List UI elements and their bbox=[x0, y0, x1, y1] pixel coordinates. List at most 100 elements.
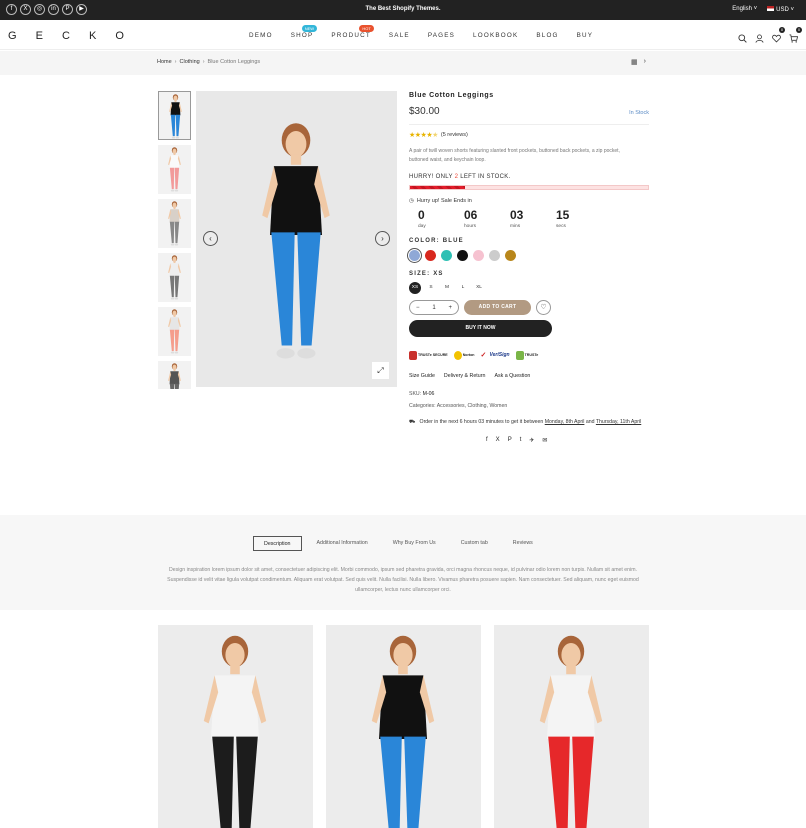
thumbnail[interactable] bbox=[158, 361, 191, 389]
countdown-secs: 15 secs bbox=[556, 208, 570, 229]
size-option-l[interactable]: L bbox=[457, 282, 469, 294]
truck-icon: ⛟ bbox=[409, 419, 416, 425]
plus-icon[interactable]: + bbox=[448, 305, 452, 311]
minus-icon[interactable]: − bbox=[416, 305, 420, 311]
product-photo bbox=[343, 625, 463, 828]
product-title: Blue Cotton Leggings bbox=[409, 92, 494, 99]
color-swatch[interactable] bbox=[505, 250, 516, 261]
color-swatch[interactable] bbox=[457, 250, 468, 261]
divider bbox=[409, 124, 649, 125]
breadcrumb-category[interactable]: Clothing bbox=[180, 59, 200, 65]
nav-blog[interactable]: BLOG bbox=[536, 32, 558, 39]
next-arrow-icon[interactable]: › bbox=[375, 231, 390, 246]
product-price: $30.00 bbox=[409, 106, 440, 117]
categories-links[interactable]: Accessories, Clothing, Women bbox=[437, 403, 508, 409]
thumbnail[interactable] bbox=[158, 199, 191, 248]
thumbnail[interactable] bbox=[158, 253, 191, 302]
tab-content: Design inspiration lorem ipsum dolor sit… bbox=[167, 567, 639, 593]
countdown-days: 0 day bbox=[418, 208, 426, 229]
trust-badges: TRUSTe SECURE Norton ✓ VeriSign TRUSTe bbox=[409, 350, 649, 360]
chevron-down-icon: ˅ bbox=[790, 7, 794, 13]
tab-description[interactable]: Description bbox=[253, 536, 302, 551]
color-swatch[interactable] bbox=[425, 250, 436, 261]
thumbnail[interactable] bbox=[158, 145, 191, 194]
search-icon[interactable] bbox=[738, 30, 747, 43]
nav-pages[interactable]: PAGES bbox=[428, 32, 455, 39]
email-share-icon[interactable]: ✉ bbox=[542, 437, 547, 444]
currency-selector[interactable]: USD ˅ bbox=[767, 6, 794, 13]
prev-arrow-icon[interactable]: ‹ bbox=[203, 231, 218, 246]
color-swatch[interactable] bbox=[489, 250, 500, 261]
tab-custom[interactable]: Custom tab bbox=[451, 536, 498, 551]
color-swatch[interactable] bbox=[473, 250, 484, 261]
buy-now-button[interactable]: BUY IT NOW bbox=[409, 320, 552, 337]
tab-reviews[interactable]: Reviews bbox=[503, 536, 543, 551]
product-links: Size Guide Delivery & Return Ask a Quest… bbox=[409, 373, 649, 379]
tab-why-buy[interactable]: Why Buy From Us bbox=[383, 536, 446, 551]
new-badge: NEW bbox=[301, 25, 318, 32]
cart-icon[interactable]: 0 bbox=[789, 27, 802, 43]
delivery-date-start: Monday, 8th April bbox=[544, 419, 585, 425]
thumbnail[interactable] bbox=[158, 91, 191, 140]
reviews-count: (5 reviews) bbox=[440, 132, 468, 138]
account-icon[interactable] bbox=[755, 30, 764, 43]
wishlist-icon[interactable]: 0 bbox=[772, 27, 785, 43]
telegram-share-icon[interactable]: ✈ bbox=[529, 437, 534, 444]
language-selector[interactable]: English ˅ bbox=[732, 6, 757, 13]
size-label: SIZE: XS bbox=[409, 271, 444, 277]
truste-badge: TRUSTe bbox=[515, 350, 538, 360]
sale-ends: ◷ Hurry up! Sale Ends in bbox=[409, 198, 472, 204]
top-bar: f X ◎ in P ▶ The Best Shopify Themes. En… bbox=[0, 0, 806, 20]
quantity-stepper: − 1 + bbox=[409, 300, 459, 315]
ask-question-link[interactable]: Ask a Question bbox=[494, 373, 530, 379]
us-flag-icon bbox=[767, 6, 775, 11]
nav-lookbook[interactable]: LOOKBOOK bbox=[473, 32, 518, 39]
color-swatch[interactable] bbox=[441, 250, 452, 261]
tumblr-share-icon[interactable]: t bbox=[520, 437, 522, 444]
nav-demo[interactable]: DEMO bbox=[249, 32, 273, 39]
quantity-value[interactable]: 1 bbox=[432, 305, 435, 311]
wishlist-heart-icon[interactable]: ♡ bbox=[536, 300, 551, 315]
tab-additional-information[interactable]: Additional Information bbox=[307, 536, 378, 551]
size-option-xl[interactable]: XL bbox=[473, 282, 485, 294]
zoom-icon[interactable]: ⤢ bbox=[372, 362, 389, 379]
nav-product[interactable]: PRODUCT HOT bbox=[331, 25, 374, 39]
related-product-card[interactable] bbox=[494, 625, 649, 828]
pinterest-share-icon[interactable]: P bbox=[508, 437, 512, 444]
product-photo bbox=[231, 99, 361, 384]
nav-shop[interactable]: SHOP NEW bbox=[291, 25, 318, 39]
related-product-card[interactable] bbox=[158, 625, 313, 828]
cart-count: 0 bbox=[796, 27, 802, 33]
thumbnail[interactable] bbox=[158, 307, 191, 356]
next-product-icon[interactable]: › bbox=[644, 58, 646, 66]
product-sku: SKU: M-06 bbox=[409, 391, 435, 397]
product-rating[interactable]: ★★★★★ (5 reviews) bbox=[409, 131, 649, 139]
hot-badge: HOT bbox=[359, 25, 374, 32]
promo-text: The Best Shopify Themes. bbox=[365, 6, 441, 12]
related-product-card[interactable] bbox=[326, 625, 481, 828]
size-option-m[interactable]: M bbox=[441, 282, 453, 294]
stock-progress-bar bbox=[409, 185, 649, 190]
breadcrumb-current: Blue Cotton Leggings bbox=[207, 59, 261, 65]
nav-sale[interactable]: SALE bbox=[389, 32, 410, 39]
facebook-share-icon[interactable]: f bbox=[486, 437, 488, 444]
thumbnail-list bbox=[158, 91, 191, 394]
add-to-cart-button[interactable]: ADD TO CART bbox=[464, 300, 531, 315]
site-logo[interactable]: G E C K O bbox=[8, 30, 132, 42]
nav-buy[interactable]: BUY bbox=[577, 32, 594, 39]
delivery-return-link[interactable]: Delivery & Return bbox=[444, 373, 486, 379]
clock-icon: ◷ bbox=[409, 198, 414, 204]
x-share-icon[interactable]: X bbox=[496, 437, 500, 444]
size-guide-link[interactable]: Size Guide bbox=[409, 373, 435, 379]
breadcrumb-home[interactable]: Home bbox=[157, 59, 172, 65]
size-option-s[interactable]: S bbox=[425, 282, 437, 294]
product-tabs-section: Description Additional Information Why B… bbox=[0, 515, 806, 610]
color-swatches bbox=[409, 250, 649, 261]
chevron-right-icon: › bbox=[202, 59, 205, 65]
grid-icon[interactable]: ▦ bbox=[631, 58, 638, 66]
color-swatch[interactable] bbox=[409, 250, 420, 261]
main-header: G E C K O DEMO SHOP NEW PRODUCT HOT SALE P… bbox=[0, 20, 806, 50]
main-product-image[interactable]: ‹ › ⤢ bbox=[196, 91, 397, 387]
size-option-xs[interactable]: XS bbox=[409, 282, 421, 294]
product-info: Blue Cotton Leggings $30.00 In Stock ★★★… bbox=[409, 91, 649, 444]
